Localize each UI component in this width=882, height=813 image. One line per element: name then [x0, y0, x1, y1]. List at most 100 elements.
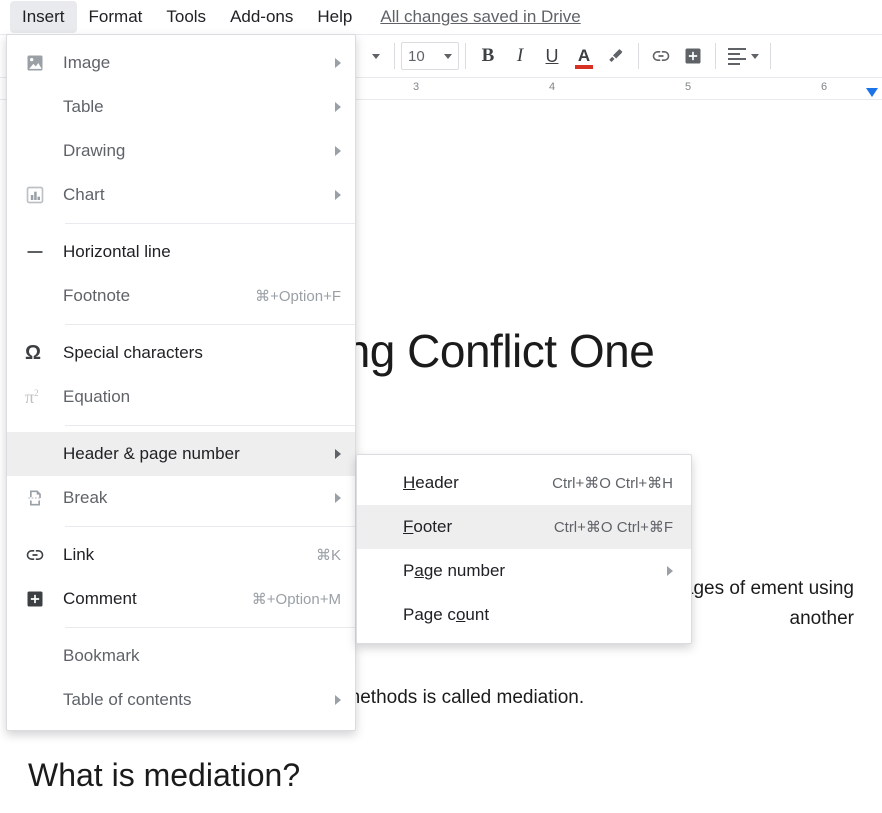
- highlight-button[interactable]: [600, 40, 632, 72]
- align-dropdown[interactable]: [722, 40, 764, 72]
- menu-item-label: Break: [53, 488, 335, 508]
- menu-item-label: Table: [53, 97, 335, 117]
- bold-button[interactable]: B: [472, 40, 504, 72]
- menu-item-footnote[interactable]: Footnote ⌘+Option+F: [7, 274, 355, 318]
- horizontal-line-icon: [25, 242, 53, 262]
- menu-addons[interactable]: Add-ons: [218, 1, 305, 33]
- menu-item-link[interactable]: Link ⌘K: [7, 533, 355, 577]
- ruler-right-indent-marker[interactable]: [866, 88, 878, 97]
- insert-menu: Image Table Drawing Chart Horizontal lin…: [6, 34, 356, 731]
- menu-shortcut: ⌘+Option+F: [255, 287, 341, 305]
- menubar: Insert Format Tools Add-ons Help All cha…: [0, 0, 882, 34]
- menu-format[interactable]: Format: [77, 1, 155, 33]
- menu-divider: [65, 324, 355, 325]
- save-status[interactable]: All changes saved in Drive: [380, 7, 580, 27]
- menu-divider: [65, 526, 355, 527]
- omega-icon: Ω: [25, 342, 53, 365]
- document-heading: What is mediation?: [28, 757, 854, 794]
- chevron-down-icon: [444, 54, 452, 59]
- header-page-number-submenu: Header Ctrl+⌘O Ctrl+⌘H Footer Ctrl+⌘O Ct…: [356, 454, 692, 644]
- bold-icon: B: [482, 45, 495, 67]
- ruler-number: 5: [685, 81, 691, 93]
- italic-icon: I: [517, 45, 523, 67]
- submenu-caret-icon: [335, 493, 341, 503]
- add-comment-button[interactable]: [677, 40, 709, 72]
- submenu-item-page-number[interactable]: Page number: [357, 549, 691, 593]
- menu-item-label: Bookmark: [53, 646, 341, 666]
- menu-item-break[interactable]: Break: [7, 476, 355, 520]
- submenu-item-label: Page count: [403, 605, 673, 625]
- ruler-number: 4: [549, 81, 555, 93]
- text-color-icon: A: [578, 46, 590, 66]
- separator: [465, 43, 466, 69]
- ruler-number: 6: [821, 81, 827, 93]
- menu-item-label: Table of contents: [53, 690, 335, 710]
- menu-shortcut: ⌘+Option+M: [252, 590, 341, 608]
- submenu-item-header[interactable]: Header Ctrl+⌘O Ctrl+⌘H: [357, 461, 691, 505]
- separator: [394, 43, 395, 69]
- separator: [638, 43, 639, 69]
- pi-icon: π2: [25, 387, 53, 408]
- highlighter-icon: [607, 47, 625, 65]
- italic-button[interactable]: I: [504, 40, 536, 72]
- menu-item-label: Horizontal line: [53, 242, 341, 262]
- chevron-down-icon: [372, 54, 380, 59]
- menu-item-label: Link: [53, 545, 316, 565]
- ruler-number: 3: [413, 81, 419, 93]
- separator: [770, 43, 771, 69]
- submenu-caret-icon: [335, 102, 341, 112]
- underline-button[interactable]: U: [536, 40, 568, 72]
- menu-item-equation[interactable]: π2 Equation: [7, 375, 355, 419]
- link-icon: [25, 545, 53, 565]
- font-size-value: 10: [408, 48, 425, 65]
- menu-item-label: Image: [53, 53, 335, 73]
- menu-item-image[interactable]: Image: [7, 41, 355, 85]
- submenu-caret-icon: [335, 695, 341, 705]
- page-break-icon: [25, 488, 53, 508]
- submenu-shortcut: Ctrl+⌘O Ctrl+⌘H: [552, 474, 673, 492]
- submenu-item-label: Header: [403, 473, 552, 493]
- submenu-caret-icon: [335, 146, 341, 156]
- insert-link-button[interactable]: [645, 40, 677, 72]
- submenu-item-label: Page number: [403, 561, 667, 581]
- submenu-caret-icon: [335, 58, 341, 68]
- menu-item-label: Drawing: [53, 141, 335, 161]
- text-color-button[interactable]: A: [568, 40, 600, 72]
- menu-insert[interactable]: Insert: [10, 1, 77, 33]
- menu-item-label: Footnote: [53, 286, 255, 306]
- menu-divider: [65, 425, 355, 426]
- menu-item-header-page-number[interactable]: Header & page number: [7, 432, 355, 476]
- menu-divider: [65, 627, 355, 628]
- menu-divider: [65, 223, 355, 224]
- menu-item-comment[interactable]: Comment ⌘+Option+M: [7, 577, 355, 621]
- comment-plus-icon: [683, 46, 703, 66]
- menu-item-horizontal-line[interactable]: Horizontal line: [7, 230, 355, 274]
- font-size-field[interactable]: 10: [401, 42, 459, 70]
- menu-item-bookmark[interactable]: Bookmark: [7, 634, 355, 678]
- menu-item-label: Special characters: [53, 343, 341, 363]
- style-dropdown[interactable]: [364, 50, 388, 63]
- menu-item-table[interactable]: Table: [7, 85, 355, 129]
- submenu-caret-icon: [335, 190, 341, 200]
- submenu-caret-icon: [335, 449, 341, 459]
- underline-icon: U: [546, 46, 559, 67]
- submenu-caret-icon: [667, 566, 673, 576]
- menu-item-special-characters[interactable]: Ω Special characters: [7, 331, 355, 375]
- chevron-down-icon: [751, 54, 759, 59]
- submenu-item-page-count[interactable]: Page count: [357, 593, 691, 637]
- menu-shortcut: ⌘K: [316, 546, 341, 564]
- menu-item-label: Chart: [53, 185, 335, 205]
- submenu-shortcut: Ctrl+⌘O Ctrl+⌘F: [554, 518, 673, 536]
- submenu-item-footer[interactable]: Footer Ctrl+⌘O Ctrl+⌘F: [357, 505, 691, 549]
- menu-item-drawing[interactable]: Drawing: [7, 129, 355, 173]
- comment-icon: [25, 589, 53, 609]
- separator: [715, 43, 716, 69]
- menu-item-chart[interactable]: Chart: [7, 173, 355, 217]
- menu-help[interactable]: Help: [305, 1, 364, 33]
- submenu-item-label: Footer: [403, 517, 554, 537]
- image-icon: [25, 53, 53, 73]
- menu-item-table-of-contents[interactable]: Table of contents: [7, 678, 355, 722]
- chart-icon: [25, 185, 53, 205]
- menu-tools[interactable]: Tools: [154, 1, 218, 33]
- menu-item-label: Equation: [53, 387, 341, 407]
